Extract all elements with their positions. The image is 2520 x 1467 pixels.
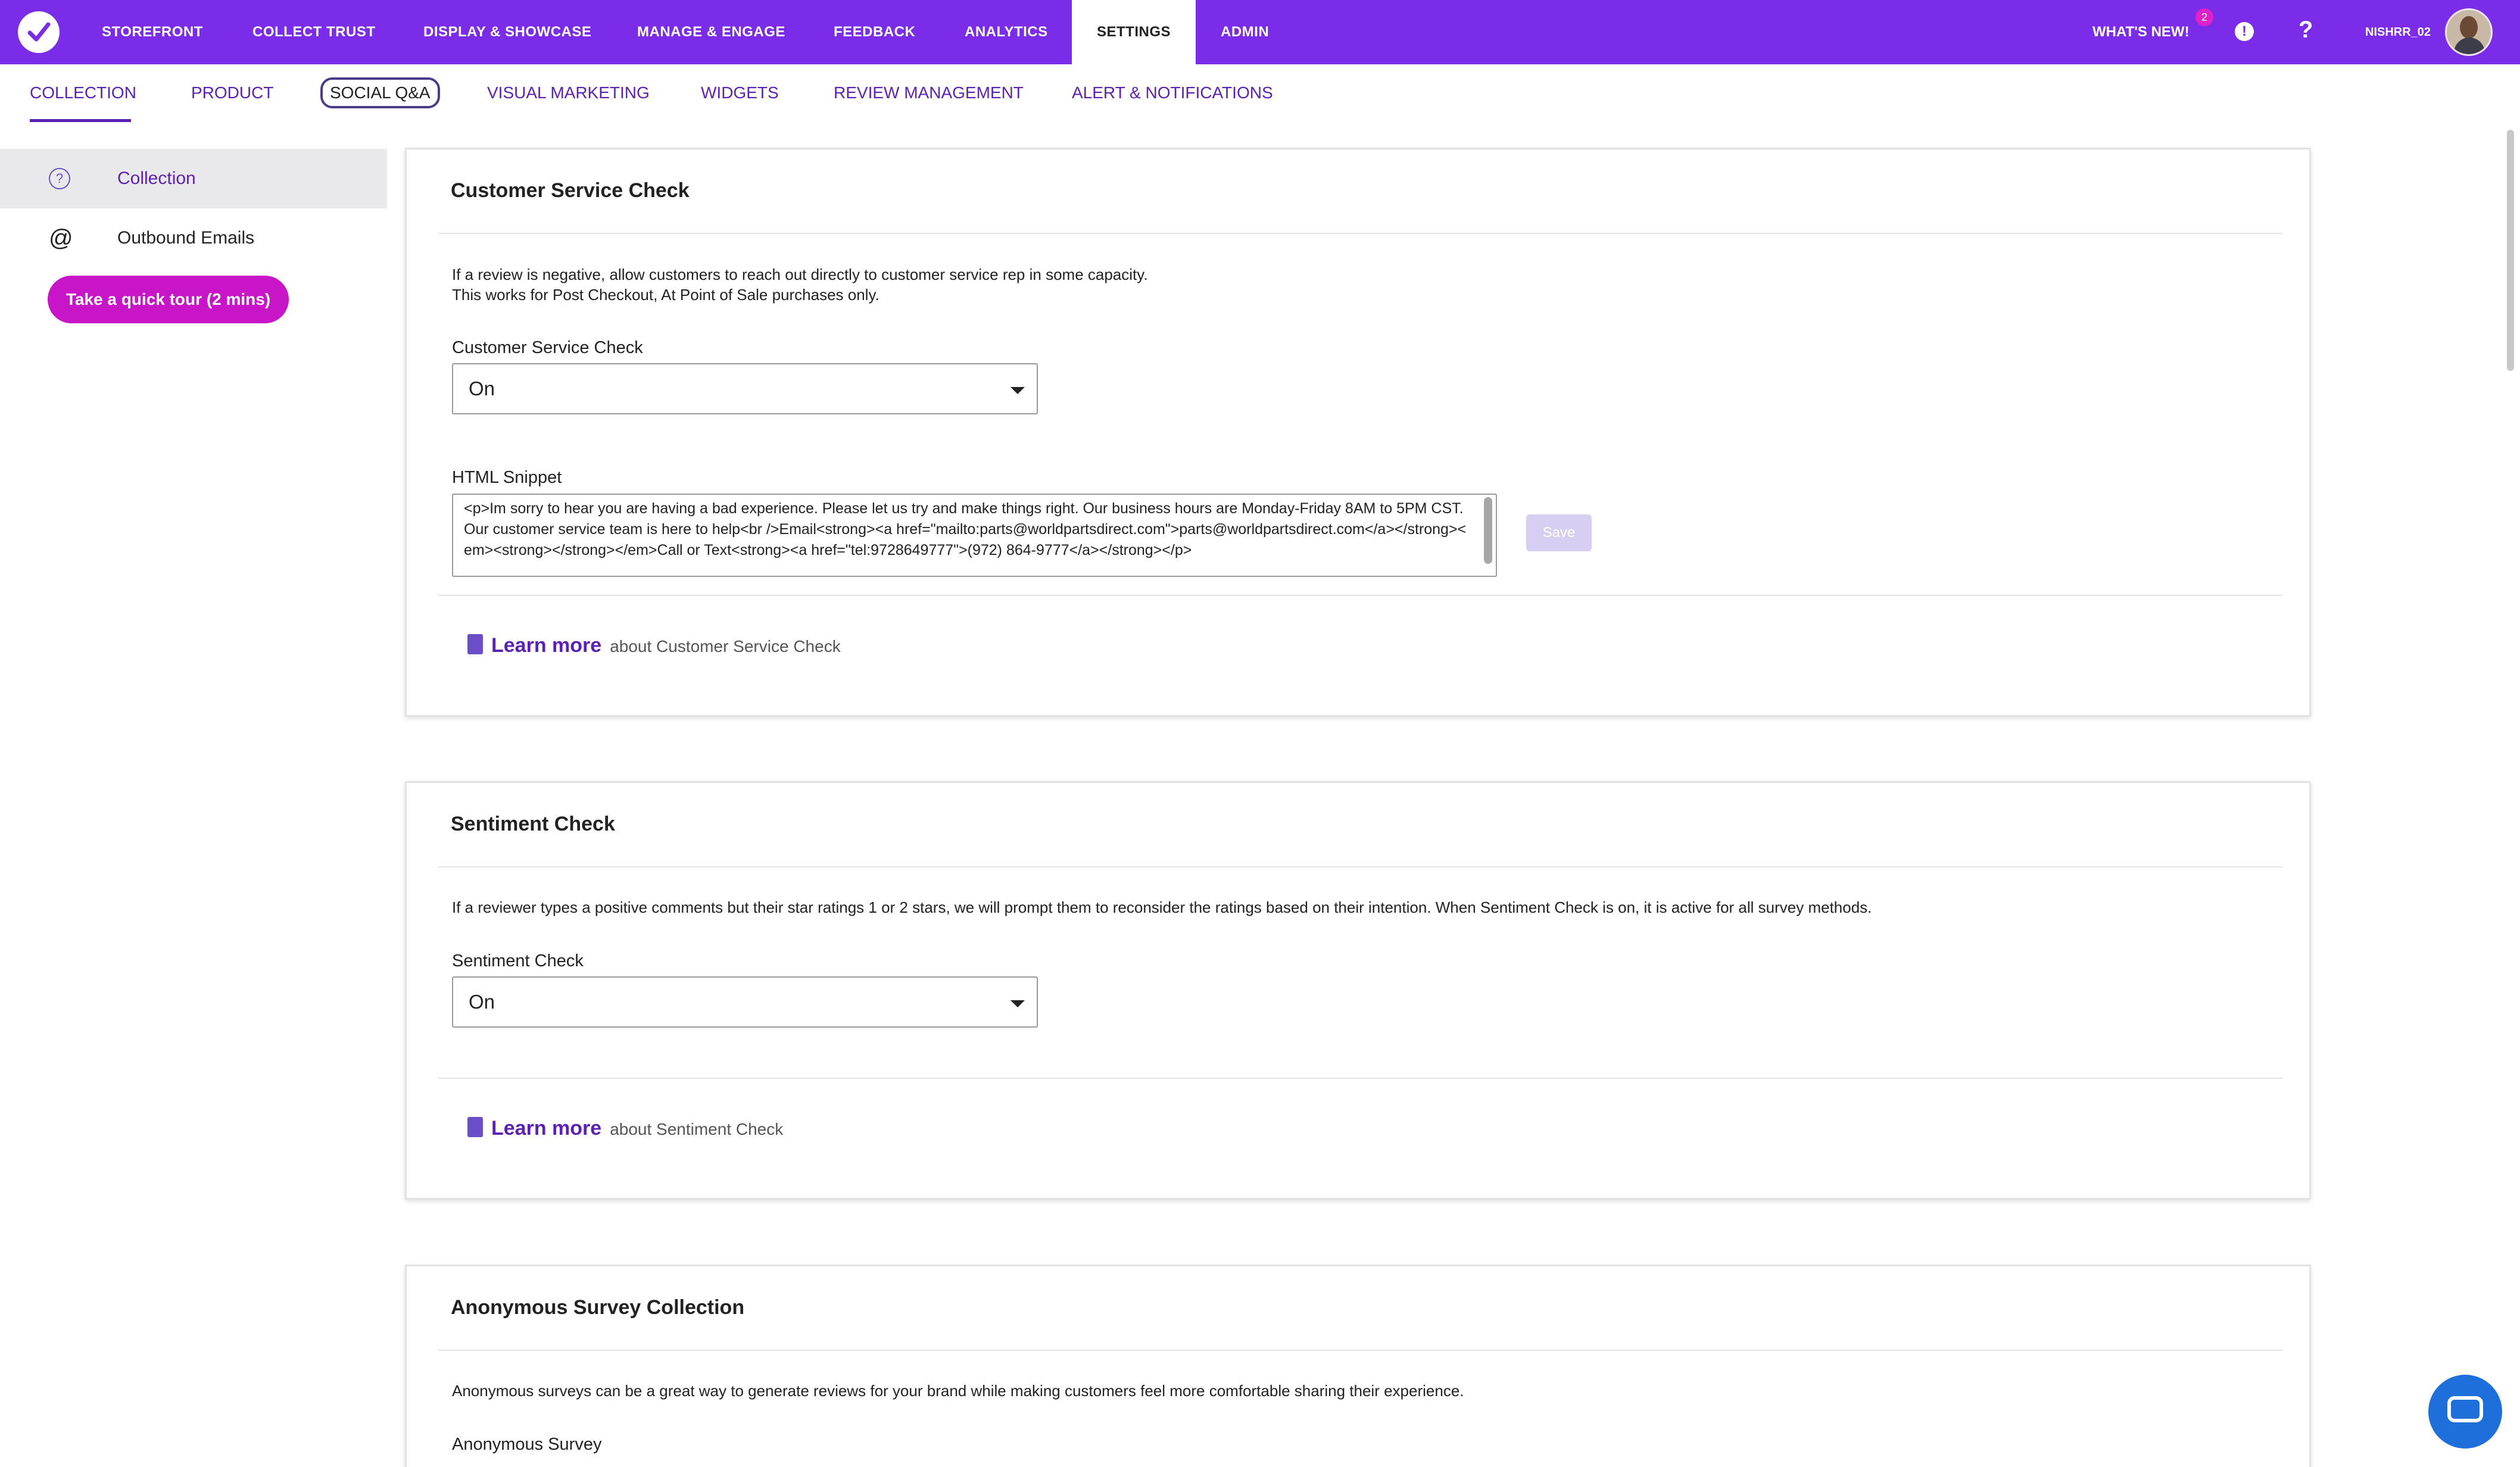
tab-widgets[interactable]: WIDGETS bbox=[701, 83, 779, 102]
nav-feedback[interactable]: FEEDBACK bbox=[834, 0, 915, 64]
brand-logo-icon[interactable] bbox=[18, 11, 60, 53]
avatar-body bbox=[2454, 38, 2485, 54]
textarea-scrollbar[interactable] bbox=[1484, 497, 1492, 564]
sidebar-item-label: Outbound Emails bbox=[117, 228, 255, 248]
divider bbox=[438, 595, 2282, 596]
chat-bubble-icon bbox=[2447, 1396, 2483, 1422]
settings-subtabs: COLLECTION PRODUCT SOCIAL Q&A VISUAL MAR… bbox=[0, 64, 2520, 130]
sidebar-item-collection[interactable]: ? Collection bbox=[0, 149, 387, 208]
tab-collection[interactable]: COLLECTION bbox=[30, 83, 136, 102]
alert-icon[interactable]: ! bbox=[2235, 22, 2254, 41]
snippet-text: <p>Im sorry to hear you are having a bad… bbox=[464, 500, 1467, 558]
card-description: If a reviewer types a positive comments … bbox=[452, 898, 1872, 916]
clipboard-icon bbox=[467, 634, 483, 654]
active-tab-underline bbox=[30, 119, 131, 122]
sentiment-check-select[interactable]: On bbox=[452, 976, 1038, 1028]
caret-down-icon bbox=[1011, 387, 1025, 394]
tab-visual-marketing[interactable]: VISUAL MARKETING bbox=[487, 83, 650, 102]
page-scrollbar[interactable] bbox=[2507, 130, 2514, 371]
html-snippet-textarea[interactable]: <p>Im sorry to hear you are having a bad… bbox=[452, 494, 1497, 577]
nav-collect-trust[interactable]: COLLECT TRUST bbox=[252, 0, 375, 64]
top-navigation-bar: STOREFRONT COLLECT TRUST DISPLAY & SHOWC… bbox=[0, 0, 2520, 64]
customer-service-check-card: Customer Service Check If a review is ne… bbox=[405, 148, 2311, 717]
divider bbox=[438, 1078, 2282, 1079]
help-icon[interactable]: ? bbox=[2298, 17, 2313, 43]
caret-down-icon bbox=[1011, 1000, 1025, 1007]
nav-analytics[interactable]: ANALYTICS bbox=[965, 0, 1048, 64]
nav-storefront[interactable]: STOREFRONT bbox=[102, 0, 203, 64]
question-circle-icon: ? bbox=[49, 168, 70, 189]
tab-review-management[interactable]: REVIEW MANAGEMENT bbox=[834, 83, 1024, 102]
clipboard-icon bbox=[467, 1117, 483, 1137]
card-title: Customer Service Check bbox=[451, 179, 690, 202]
sentiment-check-card: Sentiment Check If a reviewer types a po… bbox=[405, 781, 2311, 1200]
tab-social-qa[interactable]: SOCIAL Q&A bbox=[320, 77, 440, 108]
username-label[interactable]: NISHRR_02 bbox=[2365, 0, 2431, 64]
nav-admin[interactable]: ADMIN bbox=[1221, 0, 1269, 64]
sidebar-item-label: Collection bbox=[117, 168, 196, 188]
divider bbox=[438, 1350, 2282, 1351]
learn-more-row: Learn more about Sentiment Check bbox=[467, 1115, 783, 1140]
select-value: On bbox=[469, 991, 495, 1013]
card-description: Anonymous surveys can be a great way to … bbox=[452, 1382, 1464, 1400]
learn-more-link[interactable]: Learn more bbox=[491, 1117, 601, 1140]
field-label: Sentiment Check bbox=[452, 951, 584, 970]
card-title: Sentiment Check bbox=[451, 813, 615, 835]
whats-new-badge: 2 bbox=[2195, 8, 2213, 26]
chat-widget-button[interactable] bbox=[2428, 1375, 2502, 1449]
learn-more-row: Learn more about Customer Service Check bbox=[467, 632, 841, 657]
divider bbox=[438, 233, 2282, 234]
nav-display-showcase[interactable]: DISPLAY & SHOWCASE bbox=[423, 0, 591, 64]
customer-service-check-select[interactable]: On bbox=[452, 363, 1038, 414]
field-label: Customer Service Check bbox=[452, 338, 643, 357]
nav-manage-engage[interactable]: MANAGE & ENGAGE bbox=[637, 0, 785, 64]
card-description-line2: This works for Post Checkout, At Point o… bbox=[452, 286, 879, 304]
tab-alert-notifications[interactable]: ALERT & NOTIFICATIONS bbox=[1072, 83, 1273, 102]
sidebar-item-outbound-emails[interactable]: @ Outbound Emails bbox=[0, 208, 387, 268]
card-title: Anonymous Survey Collection bbox=[451, 1296, 745, 1319]
quick-tour-button[interactable]: Take a quick tour (2 mins) bbox=[48, 276, 289, 323]
save-button[interactable]: Save bbox=[1526, 514, 1592, 551]
anonymous-survey-card: Anonymous Survey Collection Anonymous su… bbox=[405, 1265, 2311, 1467]
field-label: Anonymous Survey bbox=[452, 1435, 602, 1454]
avatar-face bbox=[2460, 16, 2478, 39]
learn-more-suffix: about Sentiment Check bbox=[610, 1120, 784, 1138]
tab-product[interactable]: PRODUCT bbox=[191, 83, 273, 102]
snippet-label: HTML Snippet bbox=[452, 468, 562, 487]
learn-more-link[interactable]: Learn more bbox=[491, 634, 601, 657]
at-icon: @ bbox=[49, 225, 73, 251]
learn-more-suffix: about Customer Service Check bbox=[610, 637, 841, 656]
avatar[interactable] bbox=[2445, 8, 2493, 56]
whats-new-link[interactable]: WHAT'S NEW! bbox=[2092, 0, 2190, 64]
select-value: On bbox=[469, 377, 495, 399]
nav-settings[interactable]: SETTINGS bbox=[1072, 0, 1196, 64]
divider bbox=[438, 866, 2282, 867]
card-description-line1: If a review is negative, allow customers… bbox=[452, 266, 1148, 283]
